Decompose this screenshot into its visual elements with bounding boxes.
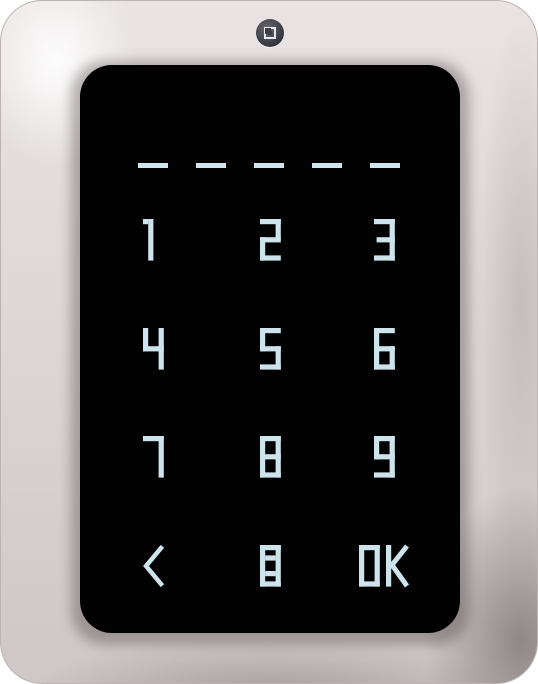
pin-slot [312,163,342,168]
key-glyph [259,436,281,478]
key-glyph [373,436,395,478]
digit-key-2[interactable] [230,205,310,275]
key-glyph [259,219,281,261]
lock-indicator-icon [256,19,284,47]
pin-display [0,163,538,173]
digit-key-1[interactable] [113,205,193,275]
digit-key-3[interactable] [344,205,424,275]
key-glyph [373,328,395,370]
key-glyph [359,544,410,588]
backspace-key[interactable] [113,531,193,601]
key-glyph [143,544,165,588]
digit-key-0[interactable] [230,531,310,601]
pin-slot [254,163,284,168]
ok-key[interactable] [344,531,424,601]
digit-key-8[interactable] [230,422,310,492]
key-glyph [142,328,164,370]
pin-slot [138,163,168,168]
key-glyph [142,219,153,261]
key-glyph [373,219,395,261]
pin-slot [196,163,226,168]
digit-key-5[interactable] [230,314,310,384]
digit-key-7[interactable] [113,422,193,492]
digit-key-9[interactable] [344,422,424,492]
digit-key-6[interactable] [344,314,424,384]
digit-key-4[interactable] [113,314,193,384]
key-glyph [259,328,281,370]
key-glyph [259,545,281,587]
pin-slot [370,163,400,168]
key-glyph [142,436,164,478]
